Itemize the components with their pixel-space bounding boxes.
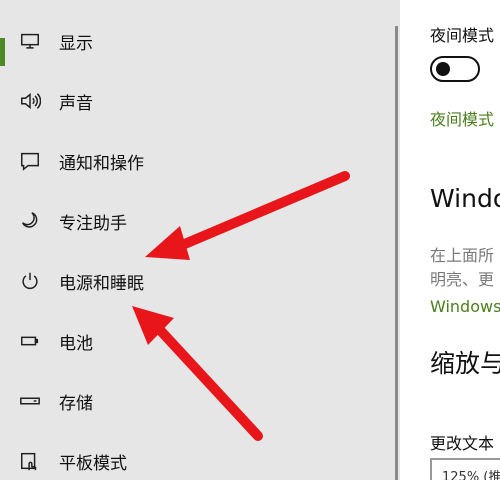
sidebar-item-label: 电源和睡眠 [59,273,144,294]
speaker-icon [18,89,42,113]
sidebar-item-storage[interactable]: 存储 [0,371,395,431]
sidebar-item-label: 专注助手 [59,213,127,234]
sidebar-item-battery[interactable]: 电池 [0,311,395,371]
sidebar-item-label: 通知和操作 [59,153,144,174]
change-text-size-label: 更改文本 [430,434,495,453]
battery-icon [18,329,42,353]
sidebar-item-tablet-mode[interactable]: 平板模式 [0,431,395,491]
hd-color-settings-link[interactable]: Windows [430,297,500,316]
storage-icon [18,389,42,413]
sidebar-scrollbar[interactable] [395,26,398,480]
sidebar-item-sound[interactable]: 声音 [0,71,395,131]
monitor-icon [18,29,42,53]
scale-dropdown-value: 125% (推 [442,470,500,480]
sidebar-item-display[interactable]: 显示 [0,11,395,71]
hd-color-heading: Windo [430,184,500,213]
scale-dropdown[interactable]: 125% (推 [430,458,500,480]
night-light-settings-link[interactable]: 夜间模式 [430,106,494,130]
scale-layout-heading: 缩放与 [430,349,500,378]
sidebar-item-label: 显示 [59,33,93,54]
toggle-knob [436,62,450,76]
sidebar-item-power-sleep[interactable]: 电源和睡眠 [0,251,395,311]
moon-icon [18,209,42,233]
sidebar-item-label: 存储 [59,393,93,414]
sidebar-item-label: 电池 [59,333,93,354]
notification-icon [18,149,42,173]
hd-color-description-line2: 明亮、更 [430,270,495,289]
settings-content: 夜间模式 夜间模式 Windo 在上面所 明亮、更 Windows 缩放与 更改… [400,0,500,480]
hd-color-description: 在上面所 [430,246,495,265]
sidebar-item-notifications[interactable]: 通知和操作 [0,131,395,191]
sidebar-item-focus-assist[interactable]: 专注助手 [0,191,395,251]
power-icon [18,269,42,293]
sidebar-item-label: 声音 [59,93,93,114]
settings-sidebar: 显示 声音 通知和操作 专注助手 电源和睡眠 电池 存储 平板模式 [0,0,400,480]
sidebar-item-label: 平板模式 [59,453,127,474]
night-light-label: 夜间模式 [430,26,495,45]
night-light-toggle[interactable] [430,56,480,82]
tablet-mode-icon [18,449,42,473]
